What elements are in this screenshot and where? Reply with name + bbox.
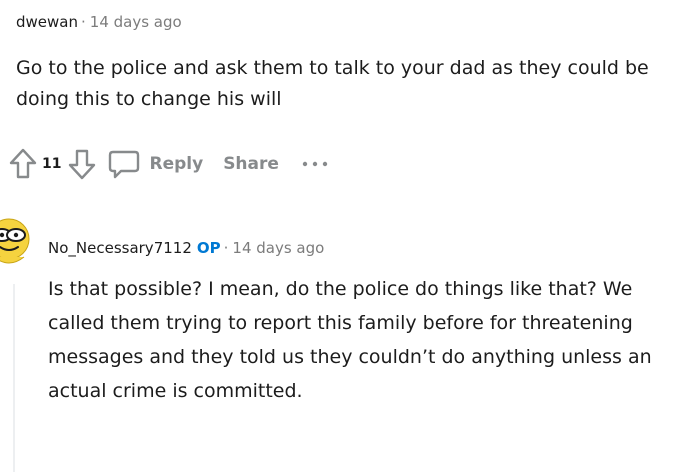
reply-author[interactable]: No_Necessary7112 [48,239,192,257]
parent-comment: dwewan · 14 days ago Go to the police and … [16,10,686,115]
share-button[interactable]: Share [223,154,279,174]
reply-body: Is that possible? I mean, do the police … [48,278,652,402]
speech-bubble-icon [107,148,141,180]
reply-timestamp[interactable]: 14 days ago [232,239,324,257]
reply-comment: No_Necessary7112 OP · 14 days ago Is that p… [48,236,688,408]
vote-count: 11 [42,156,62,172]
meta-separator: · [81,13,86,31]
comment-meta: dwewan · 14 days ago [16,10,686,34]
downvote-arrow-icon[interactable] [67,147,97,181]
snoo-avatar-icon[interactable] [0,213,32,271]
reply-label: Reply [149,154,204,174]
op-badge: OP [196,239,221,257]
comment-author[interactable]: dwewan [16,13,78,31]
meta-separator: · [223,239,229,257]
more-dots-icon[interactable] [301,154,329,174]
upvote-arrow-icon[interactable] [8,147,38,181]
comment-timestamp[interactable]: 14 days ago [90,13,182,31]
reply-button[interactable]: Reply [107,148,203,180]
comment-body: Go to the police and ask them to talk to… [16,57,649,110]
reply-meta: No_Necessary7112 OP · 14 days ago [48,236,688,260]
thread-line[interactable] [13,284,15,472]
comment-action-bar: 11 Reply Share [8,146,329,182]
